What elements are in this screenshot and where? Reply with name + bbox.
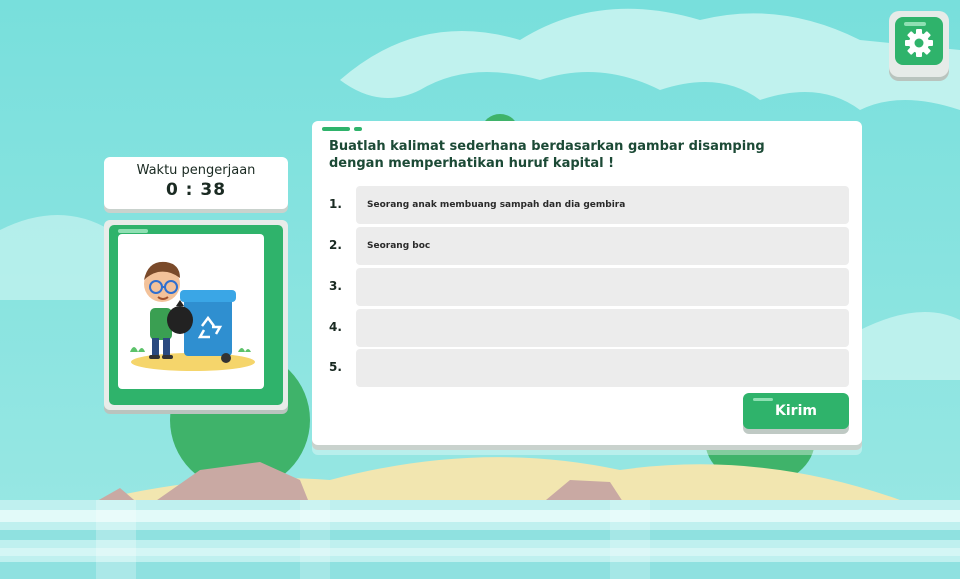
answer-number: 2.	[329, 238, 342, 252]
question-panel: Buatlah kalimat sederhana berdasarkan ga…	[312, 121, 862, 445]
answer-row: 5.	[329, 349, 849, 387]
answer-number: 4.	[329, 320, 342, 334]
answer-row: 2.	[329, 227, 849, 265]
gear-icon	[905, 29, 933, 57]
submit-label: Kirim	[775, 403, 817, 419]
answer-row: 1.	[329, 186, 849, 224]
timer-label: Waktu pengerjaan	[136, 163, 256, 178]
picture-card	[104, 220, 288, 410]
timer-panel: Waktu pengerjaan 0 : 38	[104, 157, 288, 209]
answer-input-3[interactable]	[356, 268, 849, 306]
answer-input-4[interactable]	[356, 309, 849, 347]
answer-number: 1.	[329, 197, 342, 211]
answer-number: 5.	[329, 360, 342, 374]
answer-input-1[interactable]	[356, 186, 849, 224]
timer-value: 0 : 38	[165, 180, 227, 200]
answer-input-2[interactable]	[356, 227, 849, 265]
answer-number: 3.	[329, 279, 342, 293]
answer-row: 3.	[329, 268, 849, 306]
boy-recycling-illustration	[130, 261, 255, 371]
question-text: Buatlah kalimat sederhana berdasarkan ga…	[329, 139, 765, 171]
answer-row: 4.	[329, 309, 849, 347]
submit-button[interactable]: Kirim	[743, 393, 849, 429]
answer-input-5[interactable]	[356, 349, 849, 387]
settings-button[interactable]	[889, 11, 949, 77]
